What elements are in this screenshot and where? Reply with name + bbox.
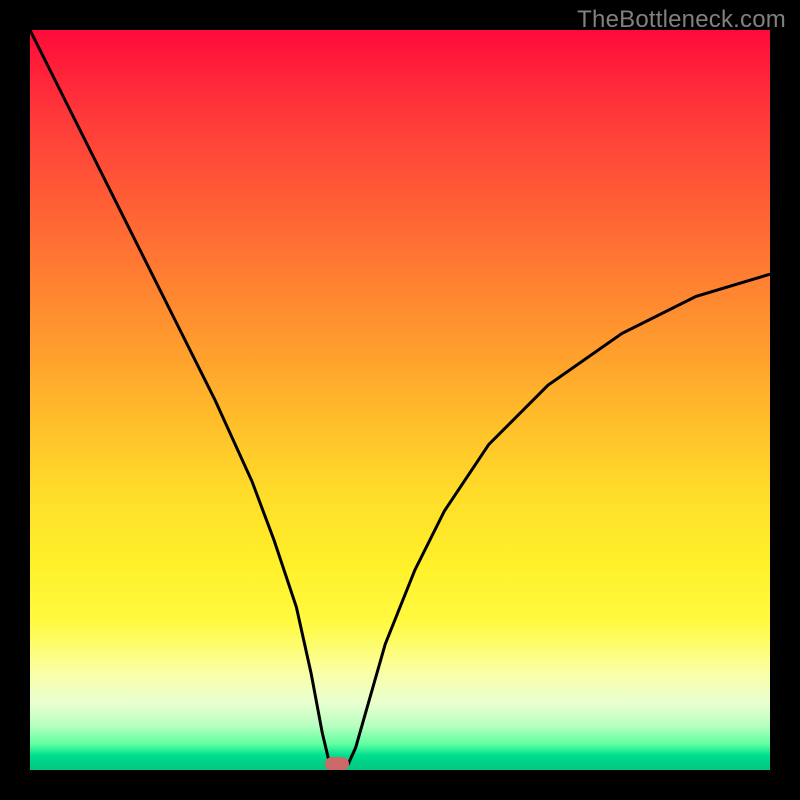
plot-area xyxy=(30,30,770,770)
curve-svg xyxy=(30,30,770,770)
chart-frame: TheBottleneck.com xyxy=(0,0,800,800)
minimum-marker xyxy=(325,757,349,770)
bottleneck-curve xyxy=(30,30,770,764)
